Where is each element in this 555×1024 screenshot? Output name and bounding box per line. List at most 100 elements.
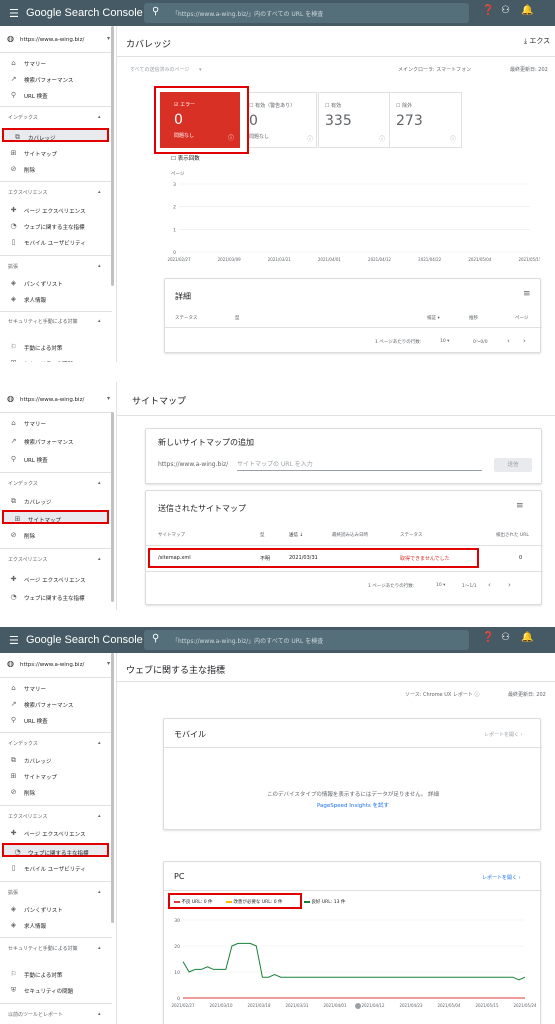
section-enhancements[interactable]: 拡張 ▴ — [8, 889, 101, 896]
nav-sitemaps[interactable]: ⊞ サイトマップ — [0, 146, 110, 160]
divider — [164, 747, 542, 748]
nav-coverage[interactable]: ⧉ カバレッジ — [0, 753, 110, 767]
help-icon[interactable]: ⓘ — [307, 134, 313, 143]
nav-web-vitals[interactable]: ◔ ウェブに関する主な指標 — [2, 843, 109, 857]
nav-summary[interactable]: ⌂ サマリー — [0, 681, 110, 695]
status-tile-warning[interactable]: ☐ 有効（警告あり） 0 問題なし ⓘ — [249, 92, 317, 148]
prev-page-icon[interactable]: ‹ — [507, 337, 510, 345]
column-header[interactable]: ステータス — [400, 532, 423, 538]
submit-button[interactable]: 送信 — [494, 458, 532, 472]
nav-coverage[interactable]: ⧉ カバレッジ — [0, 494, 110, 508]
inspect-search-box[interactable]: ⚲ 「https://www.a-wing.biz/」内のすべての URL を検… — [144, 630, 469, 650]
nav-removals[interactable]: ⊘ 削除 — [0, 528, 110, 542]
users-icon[interactable]: ⚇ — [501, 5, 510, 16]
nav-page-experience[interactable]: ✚ ページ エクスペリエンス — [0, 826, 110, 840]
section-index[interactable]: インデックス ▴ — [8, 114, 101, 121]
open-report-link[interactable]: レポートを開く › — [482, 874, 521, 881]
column-header[interactable]: 送信 ↓ — [289, 532, 303, 538]
nav-job-postings[interactable]: ◈ 求人情報 — [0, 918, 110, 932]
filter-icon[interactable]: ≡ — [516, 501, 524, 511]
next-page-icon[interactable]: › — [508, 581, 511, 589]
help-icon[interactable]: ⓘ — [450, 134, 456, 143]
users-icon[interactable]: ⚇ — [501, 632, 510, 643]
inspect-search-box[interactable]: ⚲ 「https://www.a-wing.biz/」内のすべての URL を検… — [144, 3, 469, 23]
section-experience[interactable]: エクスペリエンス ▴ — [8, 813, 101, 820]
link-label: レポートを開く — [484, 732, 520, 738]
open-report-link[interactable]: レポートを開く › — [484, 731, 523, 738]
property-selector[interactable]: ◍ https://www.a-wing.biz/ ▾ — [4, 32, 112, 48]
nav-mobile-usability[interactable]: ▯ モバイル ユーザビリティ — [0, 235, 110, 249]
section-index[interactable]: インデックス ▴ — [8, 740, 101, 747]
nav-security-issues[interactable]: ⛨ セキュリティの問題 — [0, 356, 110, 362]
nav-removals[interactable]: ⊘ 削除 — [0, 785, 110, 799]
pagespeed-link[interactable]: PageSpeed Insights を試す — [164, 801, 542, 809]
sitemap-url-input[interactable]: サイトマップの URL を入力 — [237, 459, 482, 471]
section-index[interactable]: インデックス ▴ — [8, 480, 101, 487]
rows-per-page-select[interactable]: 10 ▾ — [436, 583, 445, 588]
nav-performance[interactable]: ↗ 検索パフォーマンス — [0, 434, 110, 448]
nav-breadcrumbs[interactable]: ◈ パンくずリスト — [0, 276, 110, 290]
section-security[interactable]: セキュリティと手動による対策 ▴ — [8, 945, 101, 952]
status-tile-excluded[interactable]: ☐ 除外 273 ⓘ — [390, 92, 462, 148]
sidebar-scrollbar[interactable] — [111, 412, 114, 602]
prev-page-icon[interactable]: ‹ — [488, 581, 491, 589]
nav-web-vitals[interactable]: ◔ ウェブに関する主な指標 — [0, 219, 110, 233]
legend-item-good[interactable]: 良好 URL: 13 件 — [304, 899, 345, 905]
impressions-toggle[interactable]: ☐ 表示回数 — [171, 154, 200, 162]
property-selector[interactable]: ◍ https://www.a-wing.biz/ ▾ — [4, 657, 112, 673]
status-tile-valid[interactable]: ☐ 有効 335 ⓘ — [318, 92, 390, 148]
help-icon[interactable]: ❓ — [482, 632, 494, 643]
nav-url-inspection[interactable]: ⚲ URL 検査 — [0, 88, 110, 102]
nav-mobile-usability[interactable]: ▯ モバイル ユーザビリティ — [0, 861, 110, 875]
nav-sitemaps[interactable]: ⊞ サイトマップ — [2, 510, 109, 524]
menu-icon[interactable]: ☰ — [9, 634, 19, 647]
nav-job-postings[interactable]: ◈ 求人情報 — [0, 292, 110, 306]
help-icon[interactable]: ❓ — [482, 5, 494, 16]
column-header[interactable]: 推移 — [469, 315, 478, 321]
section-other-tools[interactable]: 以前のツールとレポート ▴ — [8, 1011, 101, 1018]
nav-page-experience[interactable]: ✚ ページ エクスペリエンス — [0, 572, 110, 586]
nav-performance[interactable]: ↗ 検索パフォーマンス — [0, 697, 110, 711]
column-header[interactable]: 最終読み込み日時 — [332, 532, 368, 538]
nav-url-inspection[interactable]: ⚲ URL 検査 — [0, 713, 110, 727]
filter-icon[interactable]: ≡ — [523, 289, 531, 299]
column-header[interactable]: 検証 ▾ — [427, 315, 440, 321]
nav-removals[interactable]: ⊘ 削除 — [0, 162, 110, 176]
section-experience[interactable]: エクスペリエンス ▴ — [8, 556, 101, 563]
nav-breadcrumbs[interactable]: ◈ パンくずリスト — [0, 902, 110, 916]
nav-summary[interactable]: ⌂ サマリー — [0, 56, 110, 70]
next-page-icon[interactable]: › — [523, 337, 526, 345]
nav-summary[interactable]: ⌂ サマリー — [0, 416, 110, 430]
nav-coverage[interactable]: ⧉ カバレッジ — [2, 128, 109, 142]
section-enhancements[interactable]: 拡張 ▴ — [8, 263, 101, 270]
nav-manual-actions[interactable]: ⚐ 手動による対策 — [0, 967, 110, 981]
nav-url-inspection[interactable]: ⚲ URL 検査 — [0, 452, 110, 466]
help-icon[interactable]: ⓘ — [475, 692, 480, 698]
column-header[interactable]: 型 — [260, 532, 265, 538]
nav-page-experience[interactable]: ✚ ページ エクスペリエンス — [0, 203, 110, 217]
column-header[interactable]: ステータス — [175, 315, 198, 321]
export-button[interactable]: ⤓ エクス — [524, 36, 550, 46]
nav-security-issues[interactable]: ⛨ セキュリティの問題 — [0, 983, 110, 997]
help-icon[interactable]: ⓘ — [379, 134, 385, 143]
column-header[interactable]: ページ — [515, 315, 528, 321]
section-security[interactable]: セキュリティと手動による対策 ▴ — [8, 318, 101, 325]
notifications-icon[interactable]: 🔔 — [521, 5, 533, 16]
page-experience-icon: ✚ — [10, 829, 17, 837]
rows-per-page-select[interactable]: 10 ▾ — [440, 339, 449, 344]
menu-icon[interactable]: ☰ — [9, 7, 19, 20]
column-header[interactable]: 検出された URL — [496, 532, 529, 538]
notifications-icon[interactable]: 🔔 — [521, 632, 533, 643]
sidebar-scrollbar[interactable] — [111, 653, 114, 923]
column-header[interactable]: 型 — [235, 315, 240, 321]
filter-dropdown[interactable]: すべての送信済みのページ ▾ — [130, 66, 201, 73]
page-title: ウェブに関する主な指標 — [126, 666, 226, 676]
nav-performance[interactable]: ↗ 検索パフォーマンス — [0, 72, 110, 86]
nav-manual-actions[interactable]: ⚐ 手動による対策 — [0, 340, 110, 354]
nav-web-vitals[interactable]: ◔ ウェブに関する主な指標 — [0, 590, 110, 604]
column-header[interactable]: サイトマップ — [158, 532, 185, 538]
section-experience[interactable]: エクスペリエンス ▴ — [8, 189, 101, 196]
sidebar-scrollbar[interactable] — [111, 26, 114, 286]
property-selector[interactable]: ◍ https://www.a-wing.biz/ ▾ — [4, 392, 112, 408]
nav-sitemaps[interactable]: ⊞ サイトマップ — [0, 769, 110, 783]
